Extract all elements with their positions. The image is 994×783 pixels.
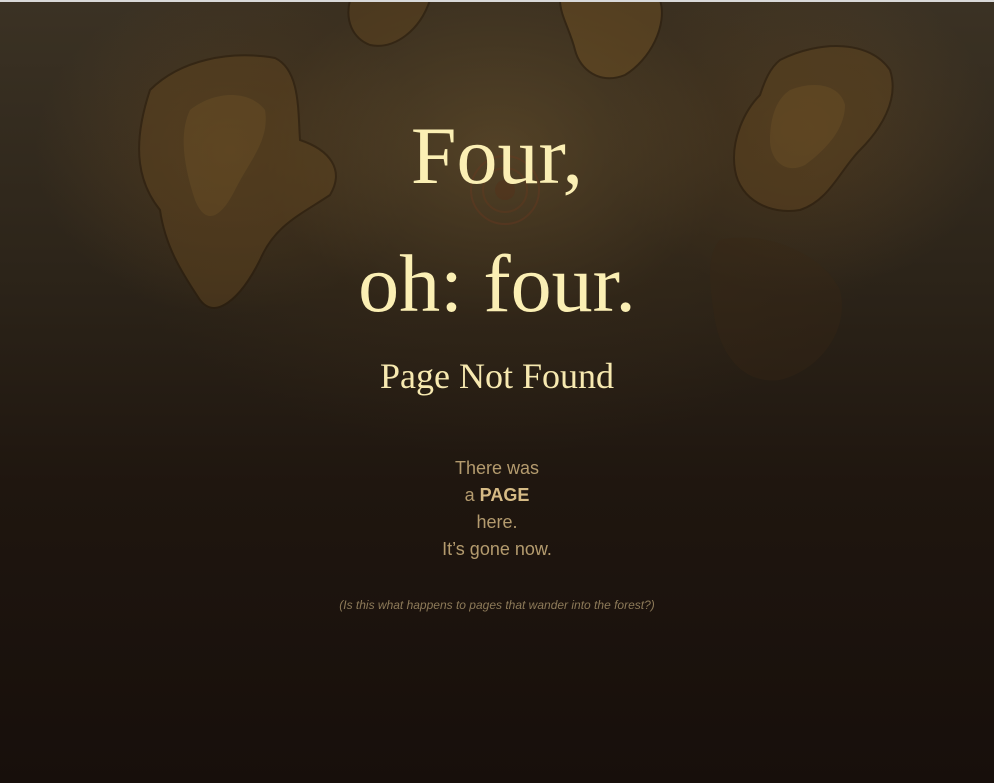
message-line-2-prefix: a <box>464 485 475 505</box>
message-line-4: It’s gone now. <box>442 539 552 559</box>
message-block: There was a PAGE here. It’s gone now. <box>0 455 994 563</box>
message-emphasis: PAGE <box>479 485 530 505</box>
top-landmass <box>347 0 432 47</box>
page-not-found-subtitle: Page Not Found <box>380 356 614 396</box>
message-line-3: here. <box>476 512 518 532</box>
heading-line-1: Four, <box>410 110 584 201</box>
forest-note: (Is this what happens to pages that wand… <box>339 598 655 612</box>
top-border <box>0 0 994 2</box>
top-right-landmass <box>558 0 663 80</box>
message-line-1: There was <box>454 458 540 478</box>
heading-line-2: oh: four. <box>358 238 636 329</box>
message-line-2: a PAGE <box>0 482 994 509</box>
